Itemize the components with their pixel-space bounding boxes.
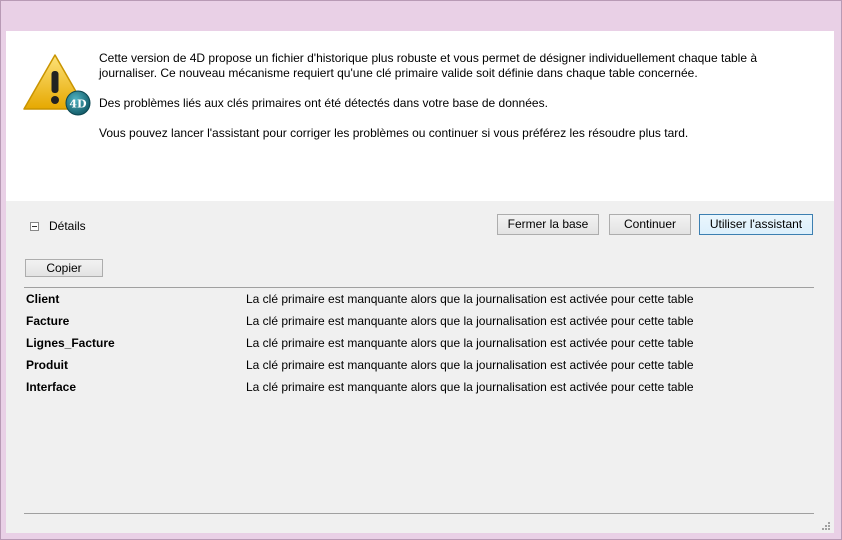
details-panel: Détails Fermer la base Continuer Utilise…	[6, 201, 834, 533]
list-item: Interface La clé primaire est manquante …	[24, 376, 814, 398]
message-paragraph-2: Des problèmes liés aux clés primaires on…	[99, 96, 548, 110]
table-message: La clé primaire est manquante alors que …	[246, 358, 694, 372]
continue-button[interactable]: Continuer	[609, 214, 691, 235]
details-list: Client La clé primaire est manquante alo…	[24, 287, 814, 514]
message-text: Cette version de 4D propose un fichier d…	[99, 51, 799, 156]
list-item: Client La clé primaire est manquante alo…	[24, 288, 814, 310]
table-name: Client	[26, 292, 60, 306]
table-name: Produit	[26, 358, 68, 372]
message-panel: 4D Cette version de 4D propose un fichie…	[6, 31, 834, 201]
message-paragraph-1: Cette version de 4D propose un fichier d…	[99, 51, 758, 80]
list-item: Lignes_Facture La clé primaire est manqu…	[24, 332, 814, 354]
use-assistant-button[interactable]: Utiliser l'assistant	[699, 214, 813, 235]
details-toggle[interactable]: Détails	[30, 219, 86, 233]
warning-4d-icon: 4D	[22, 51, 96, 121]
details-label: Détails	[49, 219, 86, 233]
resize-grip-icon[interactable]	[821, 520, 831, 530]
table-message: La clé primaire est manquante alors que …	[246, 292, 694, 306]
table-name: Interface	[26, 380, 77, 394]
close-base-button[interactable]: Fermer la base	[497, 214, 599, 235]
table-name: Facture	[26, 314, 70, 328]
table-name: Lignes_Facture	[26, 336, 115, 350]
table-message: La clé primaire est manquante alors que …	[246, 314, 694, 328]
list-item: Facture La clé primaire est manquante al…	[24, 310, 814, 332]
collapse-icon	[30, 221, 39, 231]
message-paragraph-3: Vous pouvez lancer l'assistant pour corr…	[99, 126, 689, 140]
copy-button[interactable]: Copier	[25, 259, 103, 277]
table-message: La clé primaire est manquante alors que …	[246, 336, 694, 350]
table-message: La clé primaire est manquante alors que …	[246, 380, 694, 394]
badge-text: 4D	[69, 98, 87, 111]
list-item: Produit La clé primaire est manquante al…	[24, 354, 814, 376]
dialog-window: 4D Cette version de 4D propose un fichie…	[0, 0, 842, 540]
